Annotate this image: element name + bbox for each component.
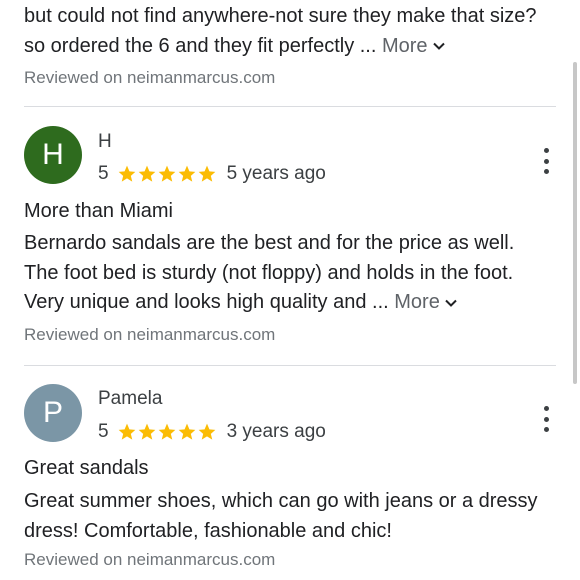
star-icon	[178, 165, 195, 182]
review-time: 5 years ago	[226, 163, 326, 184]
star-icon	[158, 165, 175, 182]
review-title: Great sandals	[24, 457, 149, 479]
star-icon	[118, 165, 135, 182]
reviewer-name[interactable]: H	[98, 131, 112, 153]
more-link[interactable]: More	[382, 35, 446, 57]
star-icon	[178, 423, 195, 440]
chevron-down-icon	[445, 299, 457, 307]
star-rating	[117, 164, 217, 184]
reviewer-name[interactable]: Pamela	[98, 388, 162, 410]
star-icon	[198, 423, 215, 440]
star-icon	[198, 165, 215, 182]
review-time: 3 years ago	[226, 421, 326, 442]
avatar[interactable]: H	[24, 126, 82, 184]
rating-value: 5	[98, 163, 109, 184]
review-card: H H 5 5 years ago More than Miami Bernar…	[0, 107, 580, 365]
review-source: Reviewed on neimanmarcus.com	[24, 550, 276, 569]
review-source: Reviewed on neimanmarcus.com	[24, 324, 276, 344]
avatar[interactable]: P	[24, 384, 82, 442]
review-text: Great summer shoes, which can go with je…	[24, 490, 538, 542]
review-text: Bernardo sandals are the best and for th…	[24, 232, 515, 313]
star-icon	[138, 165, 155, 182]
review-text: but could not find anywhere-not sure the…	[24, 5, 537, 57]
more-options-icon[interactable]	[538, 406, 554, 432]
rating-row: 5 5 years ago	[98, 163, 326, 185]
review-source: Reviewed on neimanmarcus.com	[24, 68, 276, 87]
star-icon	[118, 423, 135, 440]
review-card: P Pamela 5 3 years ago Great sandals Gre…	[0, 366, 580, 580]
star-icon	[138, 423, 155, 440]
review-title: More than Miami	[24, 200, 173, 222]
chevron-down-icon	[432, 43, 445, 51]
more-link[interactable]: More	[394, 291, 458, 313]
rating-value: 5	[98, 421, 109, 442]
more-options-icon[interactable]	[538, 148, 554, 174]
star-rating	[117, 422, 217, 442]
previous-review: but could not find anywhere-not sure the…	[0, 2, 580, 88]
star-icon	[158, 423, 175, 440]
rating-row: 5 3 years ago	[98, 421, 326, 443]
